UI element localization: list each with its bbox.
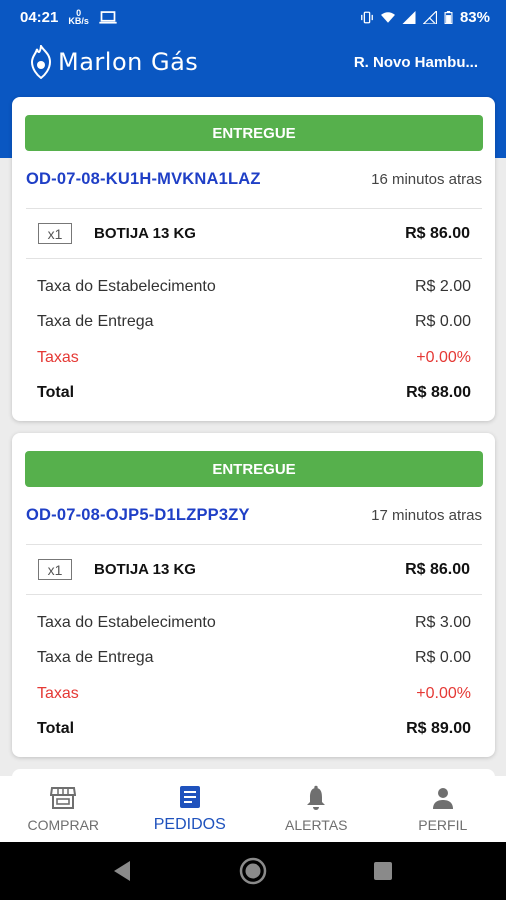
brand-name: Marlon Gás <box>58 48 199 76</box>
vibrate-icon <box>361 11 373 23</box>
battery-percent: 83% <box>459 8 490 26</box>
nav-item-comprar[interactable]: COMPRAR <box>0 776 127 842</box>
fee-value: +0.00% <box>416 348 471 366</box>
total-row: Total R$ 89.00 <box>37 712 471 748</box>
fee-label: Taxa de Entrega <box>37 649 154 667</box>
recents-icon[interactable] <box>373 861 393 881</box>
brand-logo[interactable]: Marlon Gás <box>28 45 198 79</box>
system-navigation-bar <box>0 842 506 900</box>
fee-label: Taxa do Estabelecimento <box>37 613 216 631</box>
bell-icon <box>303 785 329 811</box>
total-label: Total <box>37 720 75 738</box>
back-icon[interactable] <box>113 860 133 882</box>
total-value: R$ 89.00 <box>406 720 471 738</box>
status-badge: ENTREGUE <box>25 451 483 487</box>
total-value: R$ 88.00 <box>406 384 471 402</box>
wifi-icon <box>380 11 395 23</box>
item-price: R$ 86.00 <box>405 224 470 242</box>
document-icon <box>177 784 203 810</box>
nav-item-alertas[interactable]: ALERTAS <box>253 776 380 842</box>
nav-label: PEDIDOS <box>153 816 226 833</box>
flame-pin-icon <box>30 45 52 79</box>
fee-row-establishment: Taxa do Estabelecimento R$ 2.00 <box>37 269 471 305</box>
battery-icon <box>444 10 453 24</box>
total-label: Total <box>37 384 75 402</box>
nav-item-perfil[interactable]: PERFIL <box>380 776 506 842</box>
fee-value: R$ 0.00 <box>414 313 471 331</box>
item-name: BOTIJA 13 KG <box>94 561 196 578</box>
nav-label: PERFIL <box>418 817 468 833</box>
fee-summary: Taxa do Estabelecimento R$ 2.00 Taxa de … <box>25 259 483 411</box>
fee-row-taxes: Taxas +0.00% <box>37 676 471 712</box>
fee-label: Taxas <box>37 348 79 366</box>
data-speed-icon: 0 KB/s <box>68 8 89 26</box>
item-name: BOTIJA 13 KG <box>94 225 196 242</box>
status-time: 04:21 <box>20 8 59 26</box>
fee-value: +0.00% <box>416 684 471 702</box>
app-bar: Marlon Gás R. Novo Hambu... <box>0 34 506 90</box>
store-icon <box>50 785 77 811</box>
status-bar: 04:21 0 KB/s 83% <box>0 0 506 34</box>
order-item: x1 BOTIJA 13 KG R$ 86.00 <box>26 545 482 595</box>
nav-label: COMPRAR <box>27 817 100 833</box>
fee-label: Taxa do Estabelecimento <box>37 277 216 295</box>
fee-row-delivery: Taxa de Entrega R$ 0.00 <box>37 641 471 677</box>
total-row: Total R$ 88.00 <box>37 376 471 412</box>
fee-summary: Taxa do Estabelecimento R$ 3.00 Taxa de … <box>25 595 483 747</box>
fee-row-delivery: Taxa de Entrega R$ 0.00 <box>37 305 471 341</box>
fee-label: Taxas <box>37 684 79 702</box>
order-list: ENTREGUE OD-07-08-KU1H-MVKNA1LAZ 16 minu… <box>12 97 495 769</box>
item-price: R$ 86.00 <box>405 560 470 578</box>
nav-item-pedidos[interactable]: PEDIDOS <box>127 776 254 842</box>
person-icon <box>430 785 456 811</box>
fee-value: R$ 2.00 <box>414 277 471 295</box>
signal-icon <box>402 10 416 24</box>
nav-label: ALERTAS <box>284 817 348 833</box>
fee-value: R$ 0.00 <box>414 649 471 667</box>
item-quantity: x1 <box>38 223 72 244</box>
order-code: OD-07-08-KU1H-MVKNA1LAZ <box>26 170 261 188</box>
order-time: 17 minutos atras <box>371 507 482 524</box>
delivery-address[interactable]: R. Novo Hambu... <box>354 54 478 71</box>
order-item: x1 BOTIJA 13 KG R$ 86.00 <box>26 209 482 259</box>
bottom-nav: COMPRAR PEDIDOS ALERTAS PERFIL <box>0 776 506 842</box>
fee-row-establishment: Taxa do Estabelecimento R$ 3.00 <box>37 605 471 641</box>
fee-value: R$ 3.00 <box>414 613 471 631</box>
order-code: OD-07-08-OJP5-D1LZPP3ZY <box>26 506 250 524</box>
home-icon[interactable] <box>239 857 267 885</box>
order-card[interactable]: ENTREGUE OD-07-08-KU1H-MVKNA1LAZ 16 minu… <box>12 97 495 421</box>
item-quantity: x1 <box>38 559 72 580</box>
order-time: 16 minutos atras <box>371 171 482 188</box>
fee-row-taxes: Taxas +0.00% <box>37 340 471 376</box>
status-badge: ENTREGUE <box>25 115 483 151</box>
order-card[interactable]: ENTREGUE OD-07-08-OJP5-D1LZPP3ZY 17 minu… <box>12 433 495 757</box>
fee-label: Taxa de Entrega <box>37 313 154 331</box>
signal-off-icon <box>422 10 437 24</box>
laptop-icon <box>99 10 117 24</box>
